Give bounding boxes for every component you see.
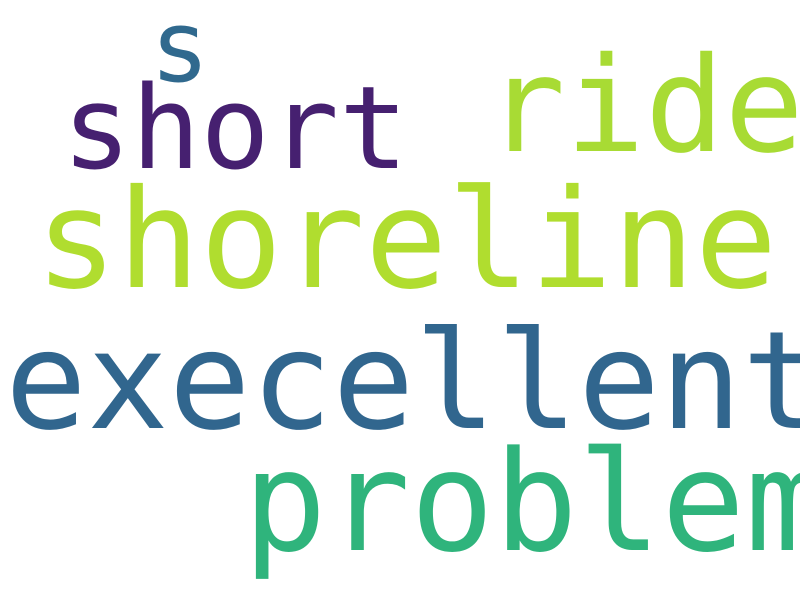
word-shoreline: shoreline — [35, 161, 778, 320]
word-ride: ride — [486, 29, 800, 183]
word-problem: problem — [243, 421, 800, 583]
word-cloud: s ride short shoreline execellent proble… — [0, 0, 800, 600]
